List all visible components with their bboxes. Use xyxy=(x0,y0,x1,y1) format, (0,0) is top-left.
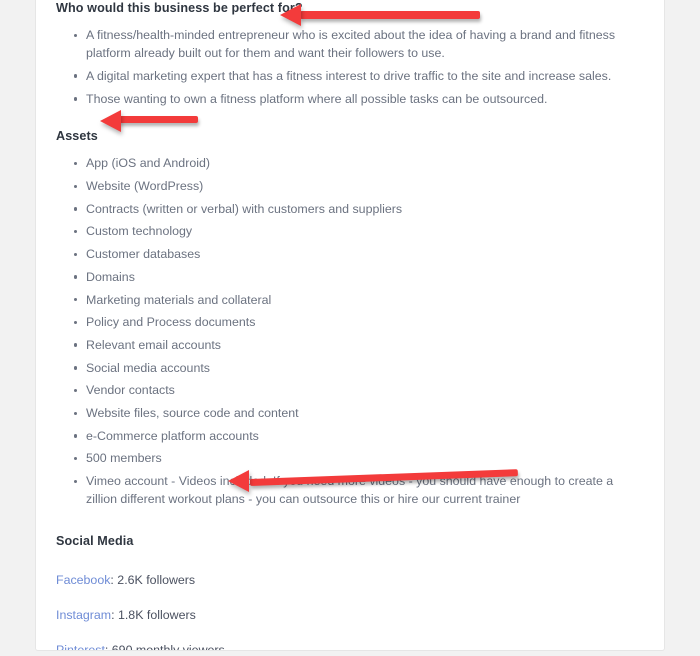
listing-details-card: Who would this business be perfect for? … xyxy=(35,0,665,651)
pinterest-link[interactable]: Pinterest xyxy=(56,643,105,650)
list-item: Domains xyxy=(74,268,644,286)
list-item: Those wanting to own a fitness platform … xyxy=(74,90,644,108)
list-item: Vendor contacts xyxy=(74,381,644,399)
list-item: Vimeo account - Videos included. If you … xyxy=(74,472,644,508)
instagram-followers: : 1.8K followers xyxy=(111,608,196,623)
list-item: Policy and Process documents xyxy=(74,313,644,331)
page-root: Who would this business be perfect for? … xyxy=(0,0,700,656)
list-item: Relevant email accounts xyxy=(74,336,644,354)
social-row-instagram: Instagram: 1.8K followers xyxy=(56,606,644,624)
social-row-facebook: Facebook: 2.6K followers xyxy=(56,571,644,589)
social-media-section-heading: Social Media xyxy=(56,534,134,549)
list-item: Website (WordPress) xyxy=(74,177,644,195)
audience-section-heading: Who would this business be perfect for? xyxy=(56,1,303,15)
list-item: Marketing materials and collateral xyxy=(74,291,644,309)
card-body: Who would this business be perfect for? … xyxy=(36,0,664,651)
list-item: Customer databases xyxy=(74,245,644,263)
facebook-link[interactable]: Facebook xyxy=(56,573,110,587)
list-item: App (iOS and Android) xyxy=(74,154,644,172)
social-row-pinterest: Pinterest: 690 monthly viewers xyxy=(56,641,644,651)
list-item: Website files, source code and content xyxy=(74,404,644,422)
instagram-link[interactable]: Instagram xyxy=(56,608,111,622)
list-item: 500 members xyxy=(74,449,644,467)
list-item: Custom technology xyxy=(74,222,644,240)
assets-list: App (iOS and Android) Website (WordPress… xyxy=(56,154,644,508)
facebook-followers: : 2.6K followers xyxy=(110,573,196,588)
list-item: Social media accounts xyxy=(74,359,644,377)
list-item: e-Commerce platform accounts xyxy=(74,427,644,445)
audience-list: A fitness/health-minded entrepreneur who… xyxy=(56,26,644,108)
pinterest-viewers: : 690 monthly viewers xyxy=(104,643,225,651)
list-item: A digital marketing expert that has a fi… xyxy=(74,67,644,85)
list-item: Contracts (written or verbal) with custo… xyxy=(74,200,644,218)
assets-section-heading: Assets xyxy=(56,129,98,144)
list-item: A fitness/health-minded entrepreneur who… xyxy=(74,26,644,62)
